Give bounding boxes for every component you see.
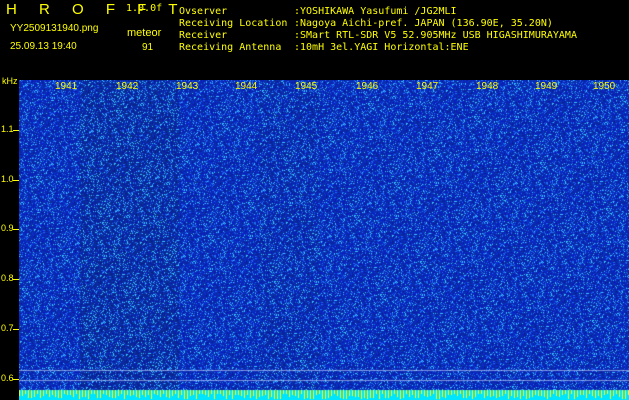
- info-value: :SMart RTL-SDR V5 52.905MHz USB HIGASHIM…: [294, 30, 577, 41]
- y-tick-label: 1.0: [1, 174, 14, 184]
- info-key: Receiver: [179, 30, 228, 41]
- y-tick-label: 0.6: [1, 373, 14, 383]
- info-value: :YOSHIKAWA Yasufumi /JG2MLI: [294, 6, 457, 17]
- mode-label: meteor: [127, 27, 162, 39]
- x-tick-label: 1942: [116, 81, 139, 92]
- capture-datetime: 25.09.13 19:40: [10, 41, 77, 52]
- x-tick-label: 1946: [356, 81, 379, 92]
- meteor-count: 91: [142, 42, 154, 53]
- info-row-receiver: Receiver :SMart RTL-SDR V5 52.905MHz USB …: [179, 30, 577, 42]
- info-row-antenna: Receiving Antenna :10mH 3el.YAGI Horizont…: [179, 42, 469, 54]
- x-tick-label: 1941: [55, 81, 78, 92]
- x-tick-label: 1950: [593, 81, 616, 92]
- x-tick-label: 1944: [235, 81, 258, 92]
- y-tick-label: 0.7: [1, 323, 14, 333]
- x-tick-label: 1947: [416, 81, 439, 92]
- x-tick-label: 1945: [295, 81, 318, 92]
- y-tick-label: 1.1: [1, 124, 14, 134]
- info-value: :Nagoya Aichi-pref. JAPAN (136.90E, 35.2…: [294, 18, 553, 29]
- app-version: 1.0.0f: [126, 3, 163, 14]
- info-key: Ovserver: [179, 6, 228, 17]
- x-tick-label: 1948: [476, 81, 499, 92]
- x-tick-label: 1949: [535, 81, 558, 92]
- info-key: Receiving Location: [179, 18, 288, 29]
- info-key: Receiving Antenna: [179, 42, 282, 53]
- y-axis-unit: kHz: [2, 76, 18, 86]
- info-value: :10mH 3el.YAGI Horizontal:ENE: [294, 42, 469, 53]
- y-tick-label: 0.9: [1, 223, 14, 233]
- info-row-location: Receiving Location :Nagoya Aichi-pref. JA…: [179, 18, 553, 30]
- hroft-spectrogram-window: H R O F F T 1.0.0f YY2509131940.png 25.0…: [0, 0, 629, 400]
- spectrogram-waterfall: [19, 80, 629, 400]
- file-name: YY2509131940.png: [10, 23, 99, 34]
- y-tick-label: 0.8: [1, 273, 14, 283]
- x-tick-label: 1943: [176, 81, 199, 92]
- info-row-observer: Ovserver :YOSHIKAWA Yasufumi /JG2MLI: [179, 6, 457, 18]
